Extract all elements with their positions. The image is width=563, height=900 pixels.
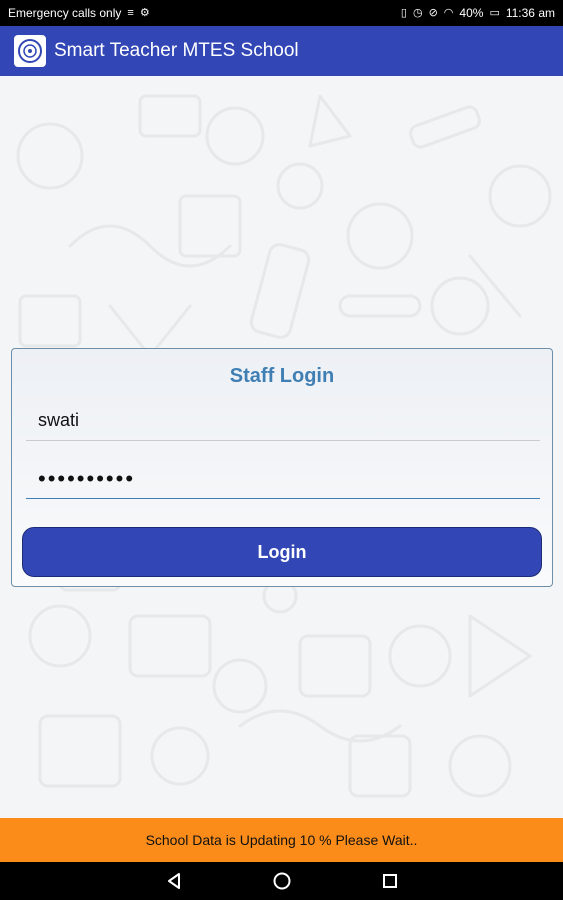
- school-logo-icon: [14, 35, 46, 67]
- status-time: 11:36 am: [505, 6, 555, 20]
- status-bar: Emergency calls only ≡ ⚙ ▯ ◷ ⊘ ◠ 40% ▭ 1…: [0, 0, 563, 26]
- navigation-bar: [0, 862, 563, 900]
- update-status-banner: School Data is Updating 10 % Please Wait…: [0, 818, 563, 862]
- home-icon[interactable]: [267, 866, 297, 896]
- status-right: ▯ ◷ ⊘ ◠ 40% ▭ 11:36 am: [401, 6, 555, 20]
- app-bar: Smart Teacher MTES School: [0, 26, 563, 76]
- password-input[interactable]: [26, 459, 540, 499]
- app-title: Smart Teacher MTES School: [54, 40, 299, 61]
- wifi-icon: ◠: [443, 6, 454, 19]
- update-status-text: School Data is Updating 10 % Please Wait…: [145, 832, 418, 848]
- staff-login-title: Staff Login: [229, 365, 335, 387]
- login-button[interactable]: Login: [22, 527, 542, 577]
- no-data-icon: ⊘: [428, 6, 438, 19]
- sim-icon: ≡: [127, 6, 134, 19]
- recents-icon[interactable]: [375, 866, 405, 896]
- alarm-icon: ◷: [412, 6, 423, 19]
- battery-icon: ▭: [489, 6, 500, 19]
- status-left: Emergency calls only ≡ ⚙: [8, 6, 150, 20]
- staff-login-card: Staff Login Login: [11, 348, 553, 587]
- vibrate-icon: ▯: [400, 6, 407, 19]
- back-icon[interactable]: [159, 866, 189, 896]
- status-text: Emergency calls only: [8, 6, 122, 20]
- battery-percent: 40%: [459, 6, 484, 20]
- username-input[interactable]: [26, 401, 540, 441]
- usb-icon: ⚙: [139, 6, 150, 19]
